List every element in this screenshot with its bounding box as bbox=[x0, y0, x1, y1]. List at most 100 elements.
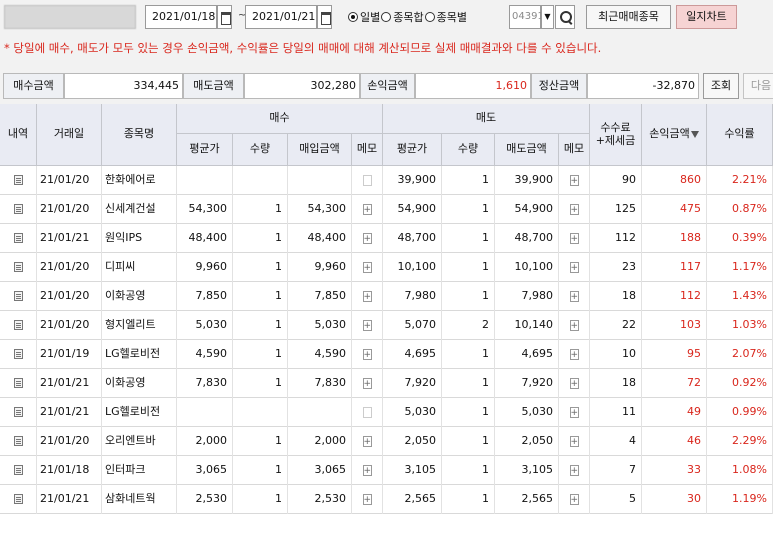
document-icon[interactable] bbox=[13, 262, 23, 272]
memo-icon[interactable] bbox=[569, 341, 579, 369]
detail-cell[interactable] bbox=[0, 195, 37, 224]
buy-memo-cell[interactable] bbox=[352, 195, 383, 224]
detail-cell[interactable] bbox=[0, 166, 37, 195]
document-icon[interactable] bbox=[13, 349, 23, 359]
header-sell-amount[interactable]: 매도금액 bbox=[495, 134, 559, 166]
radio-daily[interactable]: 일별 bbox=[348, 9, 380, 25]
buy-memo-cell[interactable] bbox=[352, 427, 383, 456]
memo-icon[interactable] bbox=[362, 225, 372, 253]
memo-icon[interactable] bbox=[362, 312, 372, 340]
header-buy-avg[interactable]: 평균가 bbox=[177, 134, 233, 166]
memo-icon[interactable] bbox=[362, 174, 372, 186]
account-selector[interactable] bbox=[4, 5, 136, 29]
memo-icon[interactable] bbox=[569, 370, 579, 398]
buy-memo-cell[interactable] bbox=[352, 340, 383, 369]
memo-icon[interactable] bbox=[362, 428, 372, 456]
memo-icon[interactable] bbox=[362, 370, 372, 398]
buy-memo-cell[interactable] bbox=[352, 253, 383, 282]
header-trade-date[interactable]: 거래일 bbox=[37, 104, 102, 166]
table-row[interactable]: 21/01/21이화공영7,83017,8307,92017,92018720.… bbox=[0, 369, 773, 398]
memo-icon[interactable] bbox=[569, 254, 579, 282]
detail-cell[interactable] bbox=[0, 485, 37, 514]
document-icon[interactable] bbox=[13, 204, 23, 214]
sell-memo-cell[interactable] bbox=[559, 427, 590, 456]
table-row[interactable]: 21/01/20한화에어로 39,900139,900 908602.21% bbox=[0, 166, 773, 195]
document-icon[interactable] bbox=[13, 378, 23, 388]
sell-memo-cell[interactable] bbox=[559, 166, 590, 195]
detail-cell[interactable] bbox=[0, 340, 37, 369]
sell-memo-cell[interactable] bbox=[559, 282, 590, 311]
sell-memo-cell[interactable] bbox=[559, 340, 590, 369]
chevron-down-icon[interactable]: ▼ bbox=[541, 5, 554, 29]
calendar-icon[interactable] bbox=[317, 5, 332, 29]
radio-by-stock[interactable]: 종목별 bbox=[424, 9, 467, 25]
radio-stock-sum[interactable]: 종목합 bbox=[381, 9, 424, 25]
header-sell-avg[interactable]: 평균가 bbox=[383, 134, 442, 166]
memo-icon[interactable] bbox=[569, 428, 579, 456]
memo-icon[interactable] bbox=[362, 254, 372, 282]
sell-memo-cell[interactable] bbox=[559, 398, 590, 427]
memo-icon[interactable] bbox=[362, 196, 372, 224]
search-icon[interactable] bbox=[555, 5, 575, 29]
table-row[interactable]: 21/01/20이화공영7,85017,8507,98017,980181121… bbox=[0, 282, 773, 311]
memo-icon[interactable] bbox=[362, 341, 372, 369]
buy-memo-cell[interactable] bbox=[352, 456, 383, 485]
detail-cell[interactable] bbox=[0, 311, 37, 340]
document-icon[interactable] bbox=[13, 291, 23, 301]
document-icon[interactable] bbox=[13, 465, 23, 475]
document-icon[interactable] bbox=[13, 407, 23, 417]
document-icon[interactable] bbox=[13, 175, 23, 185]
recent-trades-button[interactable]: 최근매매종목 bbox=[586, 5, 671, 29]
memo-icon[interactable] bbox=[569, 225, 579, 253]
memo-icon[interactable] bbox=[362, 486, 372, 514]
table-row[interactable]: 21/01/20신세계건설54,300154,30054,900154,9001… bbox=[0, 195, 773, 224]
buy-memo-cell[interactable] bbox=[352, 166, 383, 195]
date-from-input[interactable]: 2021/01/18 bbox=[145, 5, 217, 29]
radio-by-stock-dot[interactable] bbox=[424, 12, 435, 22]
buy-memo-cell[interactable] bbox=[352, 369, 383, 398]
memo-icon[interactable] bbox=[569, 399, 579, 427]
radio-stock-sum-dot[interactable] bbox=[381, 12, 392, 22]
memo-icon[interactable] bbox=[569, 457, 579, 485]
radio-daily-dot[interactable] bbox=[348, 12, 358, 22]
header-buy-qty[interactable]: 수량 bbox=[233, 134, 288, 166]
memo-icon[interactable] bbox=[362, 457, 372, 485]
buy-memo-cell[interactable] bbox=[352, 398, 383, 427]
table-row[interactable]: 21/01/18인터파크3,06513,0653,10513,1057331.0… bbox=[0, 456, 773, 485]
table-row[interactable]: 21/01/20디피씨9,96019,96010,100110,10023117… bbox=[0, 253, 773, 282]
next-button[interactable]: 다음 bbox=[743, 73, 773, 99]
document-icon[interactable] bbox=[13, 436, 23, 446]
detail-cell[interactable] bbox=[0, 253, 37, 282]
memo-icon[interactable] bbox=[569, 283, 579, 311]
detail-cell[interactable] bbox=[0, 282, 37, 311]
table-row[interactable]: 21/01/19LG헬로비전4,59014,5904,69514,6951095… bbox=[0, 340, 773, 369]
document-icon[interactable] bbox=[13, 233, 23, 243]
sell-memo-cell[interactable] bbox=[559, 369, 590, 398]
detail-cell[interactable] bbox=[0, 427, 37, 456]
table-row[interactable]: 21/01/21LG헬로비전 5,03015,030 11490.99% bbox=[0, 398, 773, 427]
table-row[interactable]: 21/01/20형지엘리트5,03015,0305,070210,1402210… bbox=[0, 311, 773, 340]
memo-icon[interactable] bbox=[569, 196, 579, 224]
memo-icon[interactable] bbox=[569, 486, 579, 514]
document-icon[interactable] bbox=[13, 494, 23, 504]
sell-memo-cell[interactable] bbox=[559, 224, 590, 253]
header-return[interactable]: 수익률 bbox=[707, 104, 773, 166]
date-to-input[interactable]: 2021/01/21 bbox=[245, 5, 317, 29]
detail-cell[interactable] bbox=[0, 456, 37, 485]
detail-cell[interactable] bbox=[0, 398, 37, 427]
calendar-icon[interactable] bbox=[217, 5, 232, 29]
query-button[interactable]: 조회 bbox=[703, 73, 739, 99]
stock-code-input[interactable]: 043910 bbox=[509, 5, 550, 29]
header-stock-name[interactable]: 종목명 bbox=[102, 104, 177, 166]
sort-desc-icon[interactable] bbox=[690, 131, 699, 138]
detail-cell[interactable] bbox=[0, 369, 37, 398]
header-sell-qty[interactable]: 수량 bbox=[442, 134, 495, 166]
sell-memo-cell[interactable] bbox=[559, 253, 590, 282]
sell-memo-cell[interactable] bbox=[559, 195, 590, 224]
table-row[interactable]: 21/01/21원익IPS48,400148,40048,700148,7001… bbox=[0, 224, 773, 253]
buy-memo-cell[interactable] bbox=[352, 282, 383, 311]
header-fee-tax[interactable]: 수수료 +제세금 bbox=[590, 104, 642, 166]
header-pnl[interactable]: 손익금액 bbox=[642, 104, 707, 166]
detail-cell[interactable] bbox=[0, 224, 37, 253]
memo-icon[interactable] bbox=[569, 167, 579, 195]
